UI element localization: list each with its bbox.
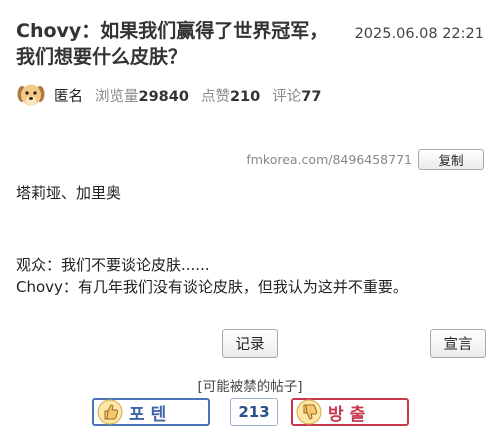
declare-button[interactable]: 宣言 bbox=[430, 329, 486, 358]
copy-url-button[interactable]: 复制 bbox=[418, 148, 484, 170]
comments-label: 评论 bbox=[272, 88, 302, 105]
post-title: Chovy：如果我们赢得了世界冠军，我们想要什么皮肤？ bbox=[16, 20, 329, 68]
post-header: Chovy：如果我们赢得了世界冠军，我们想要什么皮肤？ 2025.06.08 2… bbox=[16, 18, 486, 130]
post-url-row: fmkorea.com/8496458771 复制 bbox=[246, 148, 484, 170]
post-body: 塔莉垭、加里奥 观众：我们不要谈论皮肤...... Chovy：有几年我们没有谈… bbox=[16, 182, 486, 298]
thumbs-up-icon bbox=[97, 399, 123, 425]
comments-stat: 评论77 bbox=[272, 85, 321, 106]
body-line: 观众：我们不要谈论皮肤...... bbox=[16, 256, 210, 274]
post-url: fmkorea.com/8496458771 bbox=[246, 151, 412, 167]
likes-label: 点赞 bbox=[200, 88, 230, 105]
record-button[interactable]: 记录 bbox=[222, 329, 278, 358]
upvote-label: 포텐 bbox=[129, 404, 173, 425]
thumbs-down-icon bbox=[296, 399, 322, 425]
post-datetime: 2025.06.08 22:21 bbox=[354, 26, 484, 42]
ban-note: [可能被禁的帖子] bbox=[197, 379, 303, 395]
author-name[interactable]: 匿名 bbox=[54, 85, 83, 106]
comments-count: 77 bbox=[301, 88, 322, 105]
downvote-button[interactable]: 방출 bbox=[291, 398, 409, 426]
vote-count: 213 bbox=[230, 398, 278, 426]
views-label: 浏览量 bbox=[95, 88, 139, 105]
likes-stat: 点赞210 bbox=[201, 85, 260, 106]
likes-count: 210 bbox=[229, 88, 261, 105]
body-line: 塔莉垭、加里奥 bbox=[16, 184, 122, 202]
post-meta: 匿名 浏览量29840 点赞210 评论77 bbox=[16, 80, 321, 110]
puppy-avatar-icon bbox=[16, 80, 46, 110]
views-count: 29840 bbox=[138, 88, 189, 105]
body-line: Chovy：有几年我们没有谈论皮肤，但我认为这并不重要。 bbox=[16, 278, 408, 296]
downvote-label: 방출 bbox=[328, 404, 372, 425]
views-stat: 浏览量29840 bbox=[95, 85, 189, 106]
vote-row: 포텐 213 방출 bbox=[0, 397, 500, 429]
upvote-button[interactable]: 포텐 bbox=[92, 398, 210, 426]
